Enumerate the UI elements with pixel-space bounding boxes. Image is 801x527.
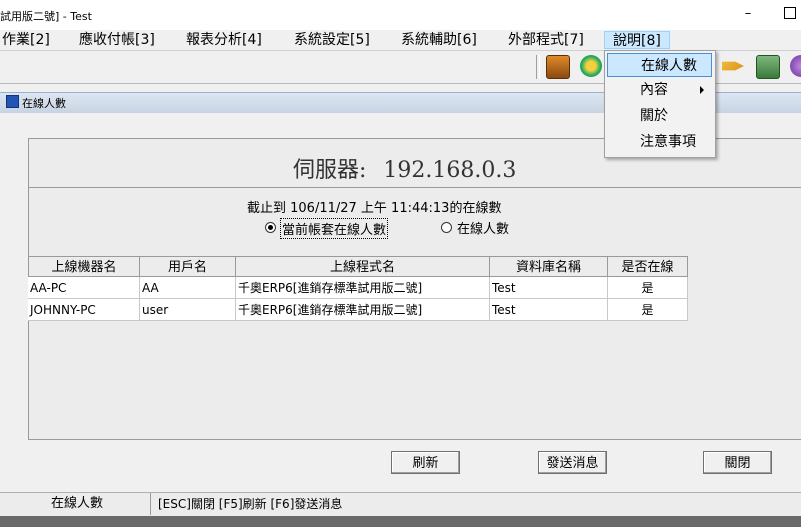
server-label: 伺服器: [293, 158, 367, 183]
recycle-icon[interactable] [580, 55, 602, 77]
table-cell[interactable]: 是 [608, 277, 688, 299]
menu-operations[interactable]: 作業[2] [2, 31, 50, 49]
send-message-button[interactable]: 發送消息 [538, 451, 607, 474]
server-info: 伺服器: 192.168.0.3 [293, 152, 516, 184]
title-bar [0, 0, 801, 30]
minimize-button[interactable]: – [738, 4, 758, 24]
menu-reports[interactable]: 報表分析[4] [186, 31, 262, 49]
menu-item-about[interactable]: 關於 [607, 104, 712, 128]
close-button[interactable]: 關閉 [703, 451, 772, 474]
column-header-online[interactable]: 是否在線 [607, 256, 688, 277]
table-cell[interactable]: 千奧ERP6[進銷存標準試用版二號] [236, 277, 490, 299]
table-cell[interactable]: user [140, 299, 236, 321]
status-label: 在線人數 [4, 493, 151, 515]
menu-system-tools[interactable]: 系統輔助[6] [401, 31, 477, 49]
table-cell[interactable]: Test [490, 277, 608, 299]
column-header-machine[interactable]: 上線機器名 [28, 256, 140, 277]
window-icon [6, 95, 19, 108]
book-icon[interactable] [546, 55, 570, 79]
table-cell[interactable]: Test [490, 299, 608, 321]
server-address: 192.168.0.3 [383, 158, 517, 183]
money-icon[interactable] [756, 55, 780, 79]
table-cell[interactable]: 千奧ERP6[進銷存標準試用版二號] [236, 299, 490, 321]
radio-all-online[interactable] [441, 222, 452, 233]
window-title: 試用版二號] - Test [0, 10, 92, 23]
menu-item-online-users[interactable]: 在線人數 [607, 53, 712, 77]
column-header-user[interactable]: 用戶名 [139, 256, 236, 277]
menu-receivables[interactable]: 應收付帳[3] [79, 31, 155, 49]
menu-external-programs[interactable]: 外部程式[7] [508, 31, 584, 49]
refresh-button[interactable]: 刷新 [391, 451, 460, 474]
menu-item-notes[interactable]: 注意事項 [607, 130, 712, 154]
maximize-button[interactable] [784, 7, 796, 19]
radio-current-account[interactable] [265, 222, 276, 233]
table-cell[interactable]: AA-PC [28, 277, 140, 299]
child-window-title: 在線人數 [22, 97, 66, 110]
submenu-arrow-icon [700, 86, 704, 94]
background-strip [0, 516, 801, 527]
menu-item-contents[interactable]: 內容 [607, 78, 712, 102]
online-stats-text: 截止到 106/11/27 上午 11:44:13的在線數 [247, 201, 502, 216]
menu-system-settings[interactable]: 系統設定[5] [294, 31, 370, 49]
menu-help[interactable]: 說明[8] [604, 31, 670, 49]
column-header-database[interactable]: 資料庫名稱 [489, 256, 608, 277]
table-cell[interactable]: 是 [608, 299, 688, 321]
status-shortcuts: [ESC]關閉 [F5]刷新 [F6]發送消息 [158, 497, 343, 511]
radio-all-online-label[interactable]: 在線人數 [457, 218, 509, 237]
toolbar-separator [536, 55, 540, 79]
table-cell[interactable]: AA [140, 277, 236, 299]
column-header-program[interactable]: 上線程式名 [235, 256, 490, 277]
radio-current-account-label[interactable]: 當前帳套在線人數 [280, 218, 389, 239]
table-cell[interactable]: JOHNNY-PC [28, 299, 140, 321]
